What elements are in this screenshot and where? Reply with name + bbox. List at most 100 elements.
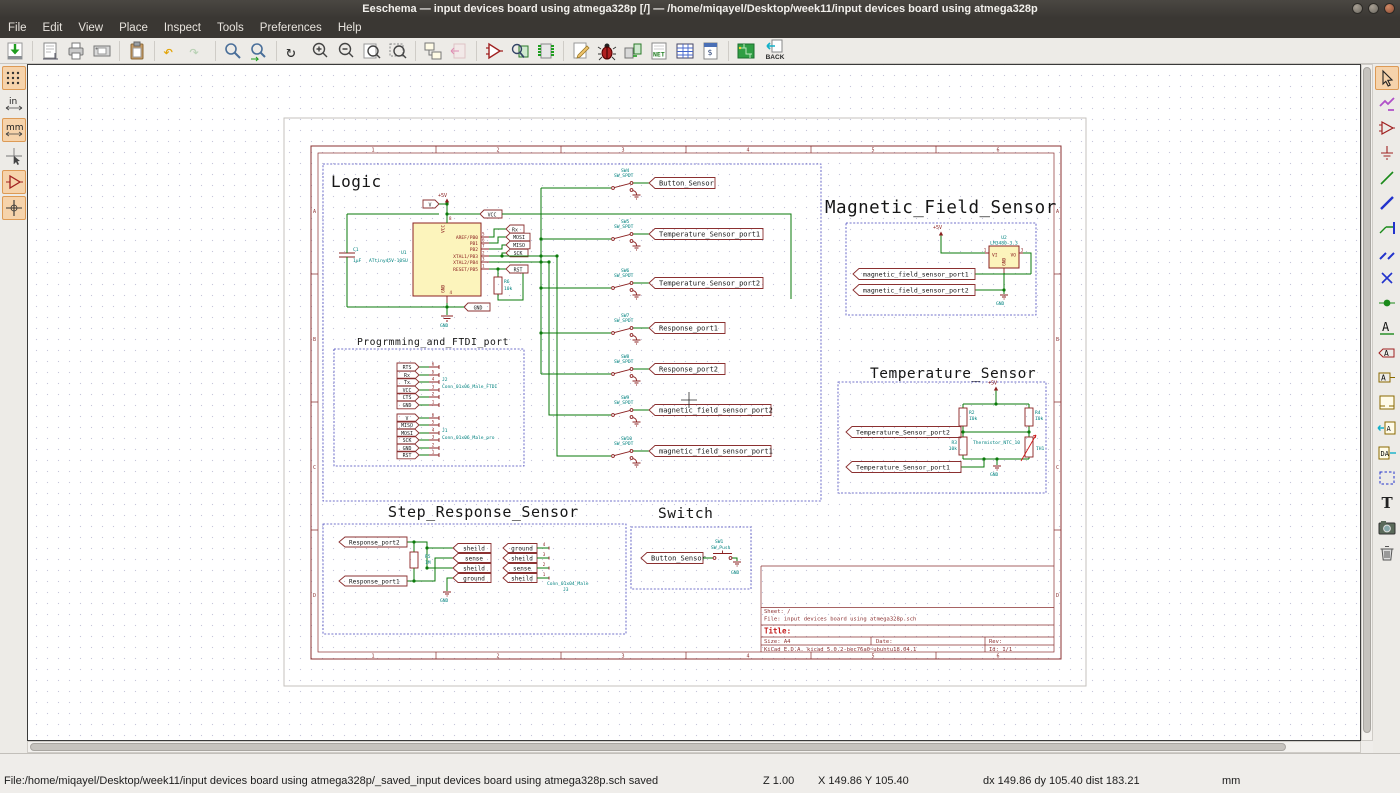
svg-text:PB1: PB1 (470, 241, 479, 247)
titleblock-id: Id: 1/1 (989, 647, 1012, 653)
hierarchical-label-tool[interactable]: A (1375, 366, 1399, 390)
highlight-net-tool[interactable] (1375, 91, 1399, 115)
menu-tools[interactable]: Tools (209, 18, 252, 38)
import-sheet-pin-tool[interactable]: A (1375, 416, 1399, 440)
delete-tool[interactable] (1375, 541, 1399, 565)
find-replace-button[interactable] (247, 39, 271, 63)
global-label-tool[interactable]: A (1375, 341, 1399, 365)
leave-sheet-button[interactable] (447, 39, 471, 63)
back-annotate-label: BACK (765, 53, 785, 61)
step-response-circuit[interactable]: R51M Response_port2 Response_port1 sheil… (338, 536, 589, 604)
menu-place[interactable]: Place (111, 18, 156, 38)
temperature-sensor-circuit[interactable]: +5V R210k R410k R310k Thermistor_NTC_10 … (845, 381, 1045, 479)
image-tool[interactable] (1375, 516, 1399, 540)
symbol-editor-button[interactable] (482, 39, 506, 63)
vertical-scrollbar[interactable] (1361, 64, 1373, 741)
pcbnew-button[interactable] (734, 39, 758, 63)
symbol-browser-button[interactable] (508, 39, 532, 63)
svg-text:GND: GND (441, 284, 447, 293)
zoom-in-button[interactable] (308, 39, 332, 63)
place-sheet-pin-tool[interactable]: DA (1375, 441, 1399, 465)
bom-button[interactable]: $ (699, 39, 723, 63)
place-symbol-tool[interactable] (1375, 116, 1399, 140)
menu-view[interactable]: View (70, 18, 111, 38)
annotate-button[interactable] (569, 39, 593, 63)
maximize-button[interactable] (1368, 3, 1379, 14)
menu-edit[interactable]: Edit (35, 18, 71, 38)
place-power-tool[interactable] (1375, 141, 1399, 165)
menu-preferences[interactable]: Preferences (252, 18, 330, 38)
erc-button[interactable] (595, 39, 619, 63)
u1-reference: U1 (401, 250, 407, 256)
net-label-tool[interactable]: A (1375, 316, 1399, 340)
ftdi-connector-j2[interactable]: RTS Rx Tx VCC CTS GND 6 5 4 3 2 1 J2 Con… (396, 362, 498, 410)
text-tool[interactable]: T (1375, 491, 1399, 515)
svg-text:5: 5 (432, 370, 435, 375)
svg-text:SW_SPDT: SW_SPDT (614, 441, 634, 447)
close-button[interactable] (1384, 3, 1395, 14)
titleblock-tool: KiCad E.D.A. kicad 5.0.2-bec76a0~ubuntu1… (764, 647, 916, 653)
wire-to-bus-entry-tool[interactable] (1375, 216, 1399, 240)
find-button[interactable] (221, 39, 245, 63)
zoom-out-button[interactable] (334, 39, 358, 63)
capacitor-c1[interactable]: C1 1µF (339, 247, 362, 264)
plot-button[interactable] (90, 39, 114, 63)
assign-footprints-button[interactable] (621, 39, 645, 63)
vertical-scrollbar-thumb[interactable] (1363, 67, 1371, 733)
back-annotate-button[interactable]: BACK (759, 38, 791, 64)
save-button[interactable] (3, 39, 27, 63)
units-inches-button[interactable]: in (2, 92, 26, 116)
place-bus-tool[interactable] (1375, 191, 1399, 215)
hierarchical-sheet-tool[interactable] (1375, 391, 1399, 415)
print-button[interactable] (64, 39, 88, 63)
switch-row[interactable]: SW7SW_SPDT Response_port1 (611, 313, 726, 345)
horizontal-scrollbar-thumb[interactable] (30, 743, 1286, 751)
footprint-editor-button[interactable] (534, 39, 558, 63)
switch-row[interactable]: SW8SW_SPDT Response_port2 (611, 354, 726, 386)
menu-file[interactable]: File (0, 18, 35, 38)
menu-help[interactable]: Help (330, 18, 370, 38)
switch-row[interactable]: SW4SW_SPDT Button_Sensor (611, 168, 716, 200)
hierarchical-label-icon: A (1378, 372, 1395, 383)
horizontal-scrollbar[interactable] (27, 741, 1361, 753)
mcu-u1[interactable]: AREF/PB0 PB1 PB2 XTAL1/PB3 XTAL2/PB4 RES… (369, 216, 489, 303)
svg-text:TH1: TH1 (1036, 446, 1045, 452)
isp-connector-j1[interactable]: V MISO MOSI SCK GND RST 6 5 4 3 2 1 J1 C… (396, 413, 495, 460)
show-hidden-pins-button[interactable] (1, 170, 26, 194)
units-mm-button[interactable]: mm (1, 118, 26, 142)
magnetic-sensor-circuit[interactable]: +5V VI VO GND 1 3 U2 LM3480-3.3 magnetic… (852, 225, 1032, 307)
place-wire-tool[interactable] (1375, 166, 1399, 190)
leave-sheet-icon (450, 43, 466, 58)
schematic-canvas[interactable]: 123456 123456 ABCD ABCD Logic Progrmming… (27, 64, 1361, 741)
select-tool[interactable] (1374, 66, 1399, 90)
hierarchy-navigator-button[interactable] (421, 39, 445, 63)
svg-text:GND: GND (403, 446, 412, 452)
svg-text:SW_SPDT: SW_SPDT (614, 173, 634, 179)
crosshair-icon (5, 200, 22, 216)
svg-text:5: 5 (482, 232, 485, 237)
paste-button[interactable] (125, 39, 149, 63)
erc-icon (597, 43, 617, 60)
bus-to-bus-entry-tool[interactable] (1375, 241, 1399, 265)
generate-netlist-button[interactable]: NET (647, 39, 671, 63)
svg-text:Conn_01x06_Male_pro: Conn_01x06_Male_pro (442, 435, 495, 441)
zoom-fit-button[interactable] (360, 39, 384, 63)
minimize-button[interactable] (1352, 3, 1363, 14)
grid-toggle-button[interactable] (1, 66, 26, 90)
junction-tool[interactable] (1375, 291, 1399, 315)
undo-button[interactable]: ↶ (160, 39, 184, 63)
redo-button[interactable]: ↷ (186, 39, 210, 63)
graphic-line-tool[interactable] (1375, 466, 1399, 490)
push-switch-circuit[interactable]: Button_Sensor SW1 SW_Push GND (640, 539, 741, 576)
zoom-selection-button[interactable] (386, 39, 410, 63)
menu-inspect[interactable]: Inspect (156, 18, 209, 38)
schematic-drawing: 123456 123456 ABCD ABCD Logic Progrmming… (283, 117, 1087, 687)
fullscreen-crosshair-button[interactable] (1, 196, 26, 220)
step-response-section-title: Step_Response_Sensor (388, 503, 579, 521)
cursor-shape-button[interactable] (2, 144, 26, 168)
page-settings-button[interactable] (38, 39, 62, 63)
svg-text:ground: ground (511, 546, 533, 553)
edit-fields-table-button[interactable] (673, 39, 697, 63)
no-connect-tool[interactable] (1375, 266, 1399, 290)
redraw-button[interactable]: ↻ (282, 39, 306, 63)
